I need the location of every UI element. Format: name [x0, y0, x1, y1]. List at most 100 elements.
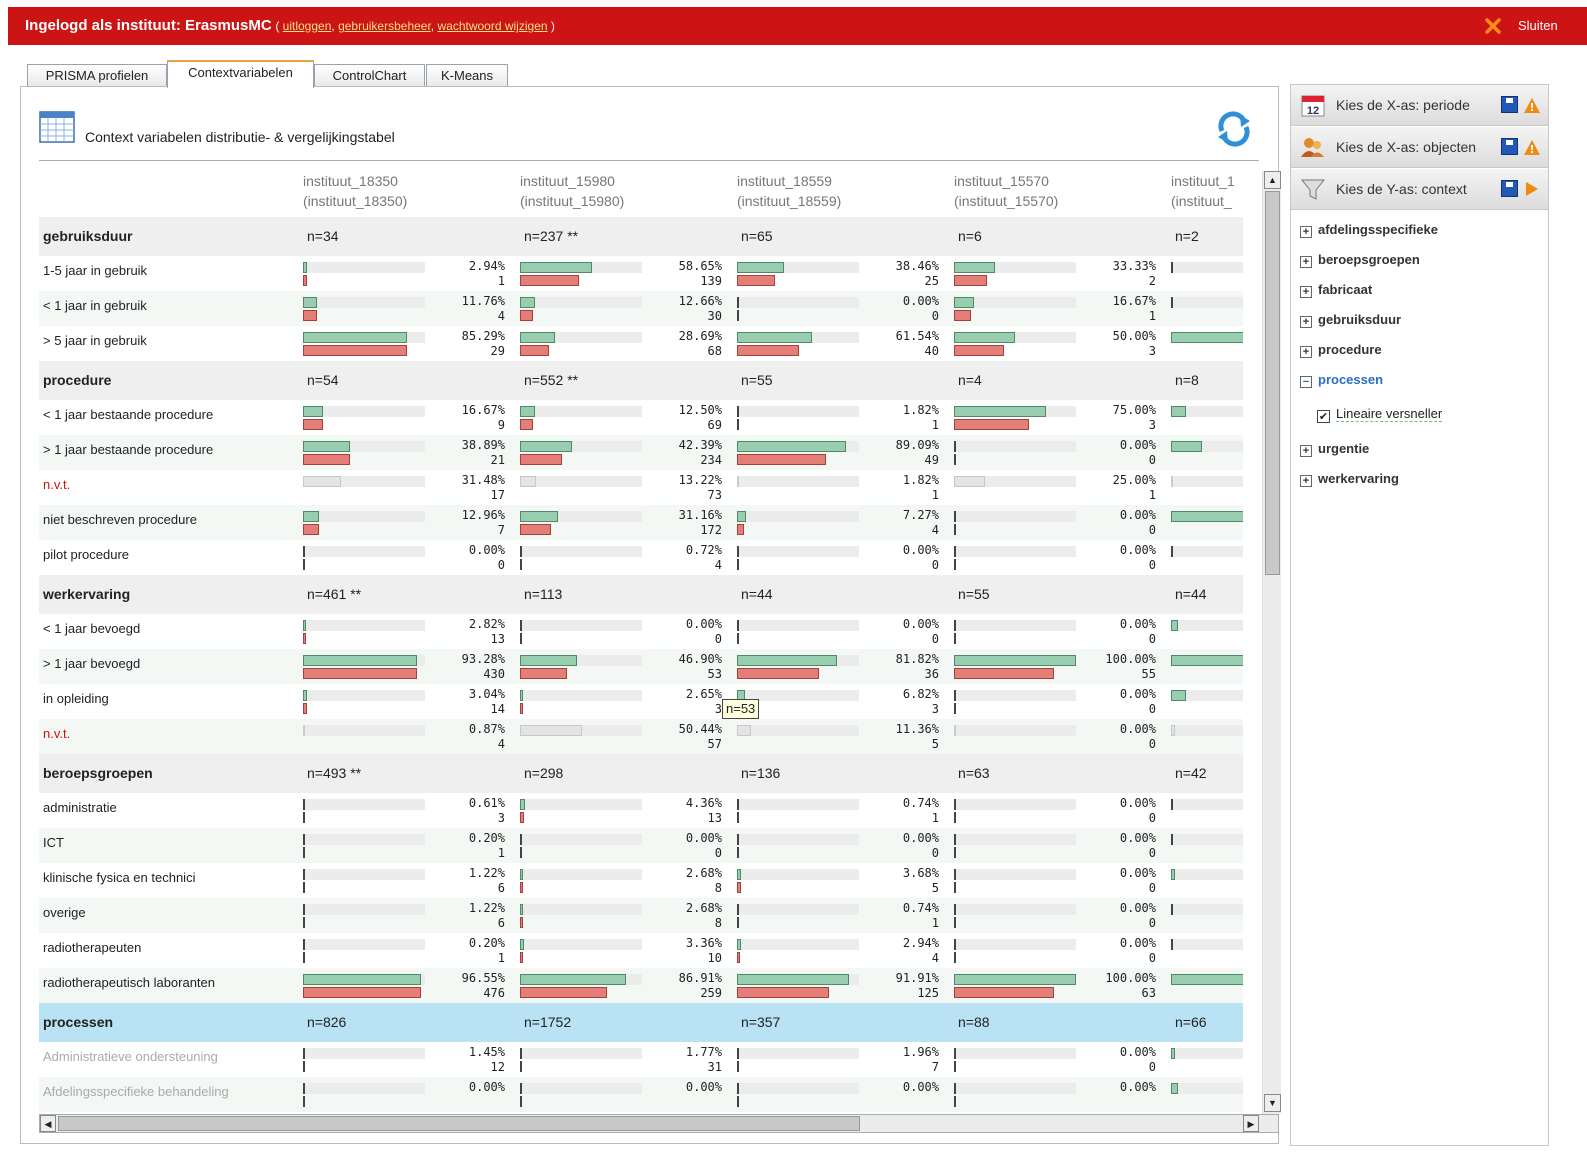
- tab-controlchart[interactable]: ControlChart: [314, 64, 425, 87]
- table-row: Afdelingsspecifieke behandeling 0.00% 0.00…: [39, 1077, 1243, 1112]
- section-row: beroepsgroepen n=493 ** n=298 n=136 n=63 n=42: [39, 754, 1243, 793]
- scroll-down-icon[interactable]: ▼: [1264, 1094, 1281, 1112]
- logout-link[interactable]: uitloggen: [283, 19, 332, 33]
- vertical-scroll-thumb[interactable]: [1265, 191, 1280, 575]
- tab-k-means[interactable]: K-Means: [426, 64, 508, 87]
- reference-bar: [520, 703, 523, 714]
- n-count: n=55: [741, 372, 773, 388]
- percentage-value: 7.27%: [902, 508, 939, 522]
- tree-item-beroepsgroepen[interactable]: + beroepsgroepen: [1300, 252, 1420, 268]
- count-value: 430: [483, 667, 505, 681]
- x-axis-objects-selector[interactable]: Kies de X-as: objecten: [1291, 127, 1548, 168]
- tree-item-urgentie[interactable]: + urgentie: [1300, 441, 1369, 457]
- zero-bar: [954, 812, 956, 823]
- tree-item-fabricaat[interactable]: + fabricaat: [1300, 282, 1372, 298]
- expand-icon[interactable]: +: [1300, 346, 1312, 358]
- x-axis-objects-label: Kies de X-as: objecten: [1336, 139, 1477, 155]
- reference-bar: [520, 917, 523, 928]
- refresh-icon[interactable]: [1214, 109, 1254, 149]
- save-icon[interactable]: [1501, 180, 1518, 197]
- tree-item-werkervaring[interactable]: + werkervaring: [1300, 471, 1399, 487]
- percentage-value: 100.00%: [1105, 971, 1156, 985]
- lineaire-versneller-option[interactable]: ✔ Lineaire versneller: [1317, 406, 1443, 423]
- group-bar: [1171, 655, 1243, 666]
- scroll-right-icon[interactable]: ▶: [1243, 1115, 1259, 1132]
- count-value: 2: [1148, 274, 1156, 288]
- zero-bar: [954, 1061, 956, 1072]
- group-bar: [520, 332, 555, 343]
- expand-icon[interactable]: +: [1300, 445, 1312, 457]
- percentage-value: 28.69%: [678, 329, 722, 343]
- expand-icon[interactable]: +: [1300, 256, 1312, 268]
- close-icon[interactable]: [1484, 17, 1502, 35]
- zero-bar: [737, 297, 739, 308]
- horizontal-scrollbar[interactable]: ◀ ▶: [39, 1114, 1279, 1133]
- vertical-scrollbar[interactable]: ▲ ▼: [1262, 171, 1281, 1114]
- group-bar: [303, 297, 317, 308]
- scroll-left-icon[interactable]: ◀: [40, 1115, 56, 1132]
- table-row: > 1 jaar bevoegd 93.28% 430 46.90% 53 81.82% 3…: [39, 649, 1243, 684]
- expand-icon[interactable]: +: [1300, 226, 1312, 238]
- tree-item-procedure[interactable]: + procedure: [1300, 342, 1382, 358]
- count-value: 4: [931, 951, 939, 965]
- table-row: > 1 jaar bestaande procedure 38.89% 21 42.3…: [39, 435, 1243, 470]
- group-bar: [520, 655, 577, 666]
- zero-bar: [737, 419, 739, 430]
- tree-item-processen[interactable]: − processen: [1300, 372, 1383, 388]
- group-bar: [520, 297, 535, 308]
- zero-bar: [303, 904, 305, 915]
- play-icon: [1526, 182, 1538, 196]
- bar-background: [520, 297, 642, 308]
- count-value: 13: [707, 811, 722, 825]
- bar-background: [520, 799, 642, 810]
- percentage-value: 33.33%: [1112, 259, 1156, 273]
- change-password-link[interactable]: wachtwoord wijzigen: [437, 19, 547, 33]
- reference-bar: [954, 345, 1004, 356]
- count-value: 5: [931, 881, 939, 895]
- percentage-value: 85.29%: [461, 329, 505, 343]
- n-count: n=44: [1175, 586, 1207, 602]
- group-bar: [737, 655, 837, 666]
- section-title: beroepsgroepen: [43, 765, 153, 781]
- y-axis-context-selector[interactable]: Kies de Y-as: context: [1291, 169, 1548, 210]
- bar-background: [1171, 725, 1243, 736]
- percentage-value: 0.00%: [1119, 722, 1156, 736]
- user-management-link[interactable]: gebruikersbeheer: [338, 19, 431, 33]
- column-header: instituut_1 (instituut_: [1171, 173, 1235, 209]
- scroll-up-icon[interactable]: ▲: [1264, 171, 1281, 189]
- expand-icon[interactable]: +: [1300, 316, 1312, 328]
- group-bar: [520, 799, 525, 810]
- percentage-value: 0.00%: [685, 617, 722, 631]
- collapse-icon[interactable]: −: [1300, 376, 1312, 388]
- n-count: n=357: [741, 1014, 781, 1030]
- row-label: n.v.t.: [43, 726, 71, 741]
- zero-bar: [737, 559, 739, 570]
- save-icon[interactable]: [1501, 138, 1518, 155]
- horizontal-scroll-thumb[interactable]: [58, 1116, 860, 1131]
- expand-icon[interactable]: +: [1300, 286, 1312, 298]
- expand-icon[interactable]: +: [1300, 475, 1312, 487]
- bar-background: [520, 904, 642, 915]
- percentage-value: 0.61%: [468, 796, 505, 810]
- tree-item-afdelingsspecifieke[interactable]: + afdelingsspecifieke: [1300, 222, 1438, 238]
- count-value: 0: [497, 558, 505, 572]
- bar-background: [303, 904, 425, 915]
- count-value: 0: [931, 558, 939, 572]
- tab-prisma-profielen[interactable]: PRISMA profielen: [27, 64, 167, 87]
- zero-bar: [1171, 546, 1173, 557]
- zero-bar: [737, 1096, 739, 1107]
- close-button[interactable]: Sluiten: [1518, 7, 1558, 45]
- tree-item-gebruiksduur[interactable]: + gebruiksduur: [1300, 312, 1401, 328]
- n-count: n=493 **: [307, 765, 362, 781]
- checkbox[interactable]: ✔: [1317, 410, 1330, 423]
- percentage-value: 0.00%: [902, 831, 939, 845]
- percentage-value: 0.74%: [902, 901, 939, 915]
- zero-bar: [737, 546, 739, 557]
- table-row: ICT 0.20% 1 0.00% 0 0.00% 0 0.00% 0: [39, 828, 1243, 863]
- percentage-value: 12.66%: [678, 294, 722, 308]
- count-value: 0: [714, 632, 722, 646]
- x-axis-period-selector[interactable]: 12 Kies de X-as: periode: [1291, 85, 1548, 126]
- save-icon[interactable]: [1501, 96, 1518, 113]
- tab-contextvariabelen[interactable]: Contextvariabelen: [167, 60, 314, 88]
- group-bar: [520, 511, 558, 522]
